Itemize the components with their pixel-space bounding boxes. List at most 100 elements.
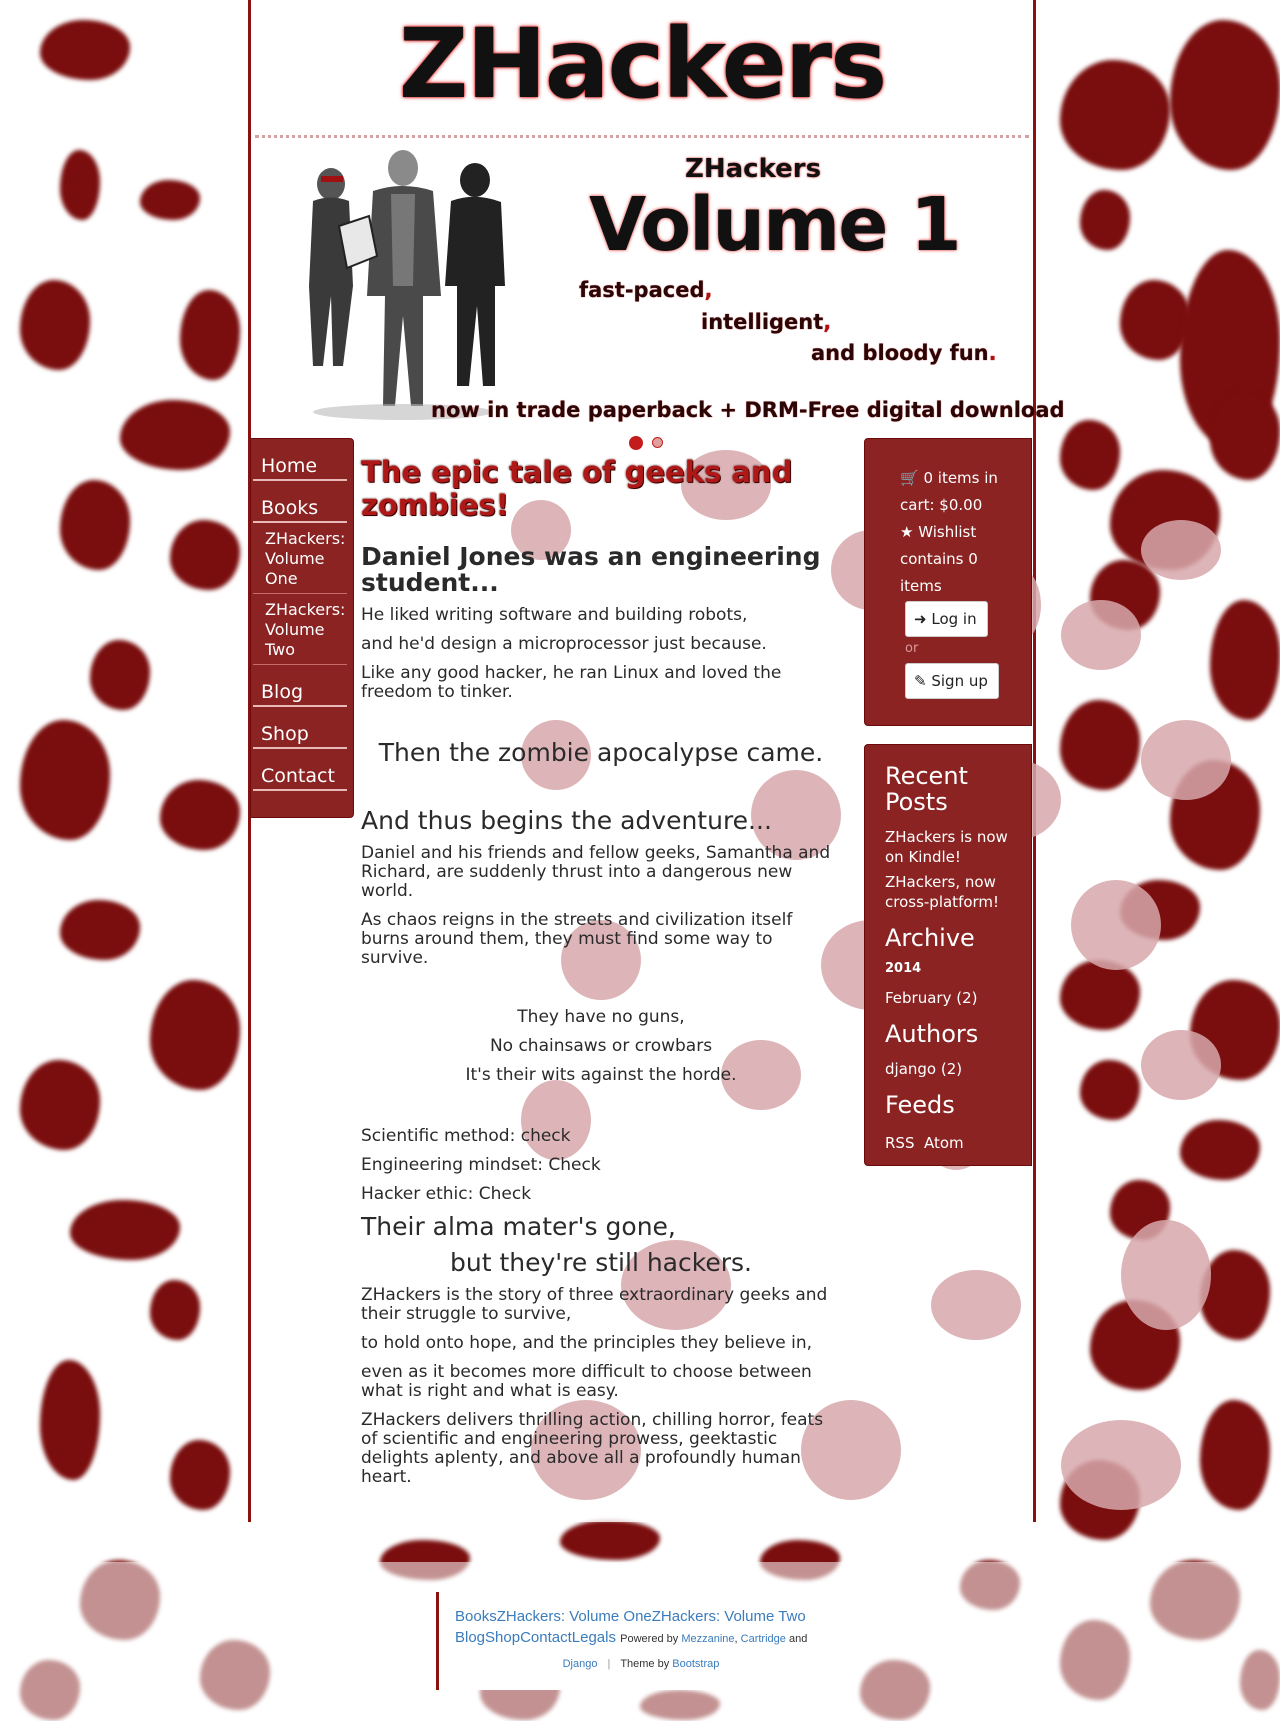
footer-link-contact[interactable]: Contact	[520, 1629, 572, 1646]
blood-splatter	[170, 520, 240, 590]
checklist-3: Hacker ethic: Check	[361, 1184, 532, 1204]
pale-splatter	[1121, 1220, 1211, 1330]
sign-in-icon: ➜	[914, 610, 927, 628]
cart-icon: 🛒	[900, 469, 919, 487]
adventure-p1: Daniel and his friends and fellow geeks,…	[361, 843, 831, 901]
blood-splatter	[20, 280, 90, 370]
banner-tag-3: and bloody fun.	[811, 341, 997, 365]
footer-link-volume-two[interactable]: ZHackers: Volume Two	[652, 1608, 806, 1625]
site-logo[interactable]: ZHackers	[251, 8, 1033, 120]
blog-sidebar: Recent Posts ZHackers is now on Kindle! …	[864, 744, 1032, 1166]
pale-splatter	[1141, 720, 1231, 800]
pale-splatter	[1141, 1030, 1221, 1100]
banner-tag-1: fast-paced,	[579, 278, 713, 302]
story-p1: ZHackers is the story of three extraordi…	[361, 1285, 828, 1324]
login-button[interactable]: ➜ Log in	[905, 601, 988, 637]
story-p3: even as it becomes more difficult to cho…	[361, 1362, 812, 1401]
banner-tag-2: intelligent,	[701, 310, 832, 334]
verse-line-1: They have no guns,	[517, 1007, 685, 1027]
blood-splatter	[120, 400, 230, 470]
recent-post-link[interactable]: ZHackers, now cross-platform!	[885, 872, 1015, 912]
verse-line-2: No chainsaws or crowbars	[489, 1036, 713, 1056]
carousel-dot-active[interactable]	[629, 435, 643, 450]
banner-series: ZHackers	[685, 154, 822, 184]
footer: BooksZHackers: Volume OneZHackers: Volum…	[436, 1592, 843, 1690]
checklist-2: Engineering mindset: Check	[361, 1155, 601, 1175]
carousel-dot[interactable]	[652, 437, 664, 448]
main-nav: Home Books ZHackers: Volume One ZHackers…	[250, 438, 354, 818]
nav-home[interactable]: Home	[253, 449, 347, 481]
archive-heading: Archive	[885, 924, 975, 952]
star-icon: ★	[900, 523, 914, 541]
pale-splatter	[931, 1270, 1021, 1340]
rss-link[interactable]: RSS	[885, 1133, 914, 1153]
blood-splatter	[20, 1060, 100, 1150]
hero-banner[interactable]: ZHackers Volume 1 fast-paced, intelligen…	[251, 140, 1065, 450]
cart-panel: 🛒 0 items in cart: $0.00 ★ Wishlist cont…	[864, 438, 1032, 726]
mezzanine-link[interactable]: Mezzanine	[681, 1633, 734, 1645]
cart-status[interactable]: 🛒 0 items in cart: $0.00	[900, 465, 1000, 519]
nav-contact[interactable]: Contact	[253, 759, 347, 791]
blood-splatter	[180, 290, 240, 380]
edit-icon: ✎	[914, 672, 927, 690]
powered-by-text: Powered by Mezzanine, Cartridge and	[620, 1633, 808, 1645]
nav-blog[interactable]: Blog	[253, 675, 347, 707]
footer-link-volume-one[interactable]: ZHackers: Volume One	[497, 1608, 652, 1625]
django-link[interactable]: Django	[563, 1658, 598, 1670]
pale-splatter	[1061, 1420, 1181, 1510]
footer-link-books[interactable]: Books	[455, 1608, 497, 1625]
blood-splatter	[170, 1440, 230, 1510]
banner-volume: Volume 1	[589, 182, 962, 268]
nav-volume-one[interactable]: ZHackers: Volume One	[253, 523, 347, 594]
cart-summary: 🛒 0 items in cart: $0.00 ★ Wishlist cont…	[900, 465, 1000, 600]
pale-splatter	[1071, 880, 1161, 970]
bootstrap-link[interactable]: Bootstrap	[672, 1658, 719, 1670]
main-content: The epic tale of geeks and zombies! Dani…	[361, 452, 841, 1487]
story-p4: ZHackers delivers thrilling action, chil…	[361, 1410, 824, 1487]
intro-p3: Like any good hacker, he ran Linux and l…	[361, 663, 782, 702]
blood-splatter	[70, 1200, 180, 1260]
recent-posts-heading: Recent Posts	[885, 762, 968, 816]
apocalypse-heading: Then the zombie apocalypse came.	[378, 738, 824, 767]
pale-splatter	[1141, 520, 1221, 580]
banner-cta: now in trade paperback + DRM-Free digita…	[431, 398, 1065, 422]
footer-link-shop[interactable]: Shop	[485, 1629, 520, 1646]
blood-splatter	[40, 20, 130, 80]
archive-month-link[interactable]: February (2)	[885, 988, 1015, 1008]
carousel-indicators	[629, 432, 667, 451]
recent-post-link[interactable]: ZHackers is now on Kindle!	[885, 827, 1015, 867]
nav-books[interactable]: Books	[253, 491, 347, 523]
blood-splatter	[20, 720, 110, 840]
wishlist-status[interactable]: ★ Wishlist contains 0 items	[900, 519, 1000, 600]
author-link[interactable]: django (2)	[885, 1059, 1015, 1079]
characters-illustration	[309, 150, 505, 420]
or-label: or	[905, 641, 919, 656]
nav-shop[interactable]: Shop	[253, 717, 347, 749]
adventure-p2: As chaos reigns in the streets and civil…	[361, 910, 793, 968]
alma-heading-1: Their alma mater's gone,	[361, 1212, 676, 1241]
footer-credits: Django | Theme by Bootstrap	[562, 1658, 720, 1670]
blood-splatter	[140, 180, 200, 220]
atom-link[interactable]: Atom	[924, 1133, 964, 1153]
footer-link-blog[interactable]: Blog	[455, 1629, 485, 1646]
signup-button[interactable]: ✎ Sign up	[905, 663, 999, 699]
nav-volume-two[interactable]: ZHackers: Volume Two	[253, 594, 347, 665]
intro-p1: He liked writing software and building r…	[361, 605, 748, 625]
verse-line-3: It's their wits against the horde.	[465, 1065, 737, 1085]
adventure-heading: And thus begins the adventure...	[361, 806, 772, 835]
blood-splatter	[150, 1280, 200, 1340]
header-divider	[255, 135, 1029, 138]
intro-p2: and he'd design a microprocessor just be…	[361, 634, 767, 654]
checklist-1: Scientific method: check	[361, 1126, 571, 1146]
blood-splatter	[150, 980, 240, 1090]
footer-link-legals[interactable]: Legals	[572, 1629, 616, 1646]
story-p2: to hold onto hope, and the principles th…	[361, 1333, 813, 1353]
blood-splatter	[60, 480, 130, 570]
blood-splatter	[60, 150, 100, 220]
feeds-heading: Feeds	[885, 1091, 955, 1119]
blood-splatter	[160, 780, 240, 850]
cartridge-link[interactable]: Cartridge	[741, 1633, 786, 1645]
blood-splatter	[40, 1360, 100, 1480]
pale-splatter	[1061, 600, 1141, 670]
blood-splatter	[90, 640, 150, 710]
